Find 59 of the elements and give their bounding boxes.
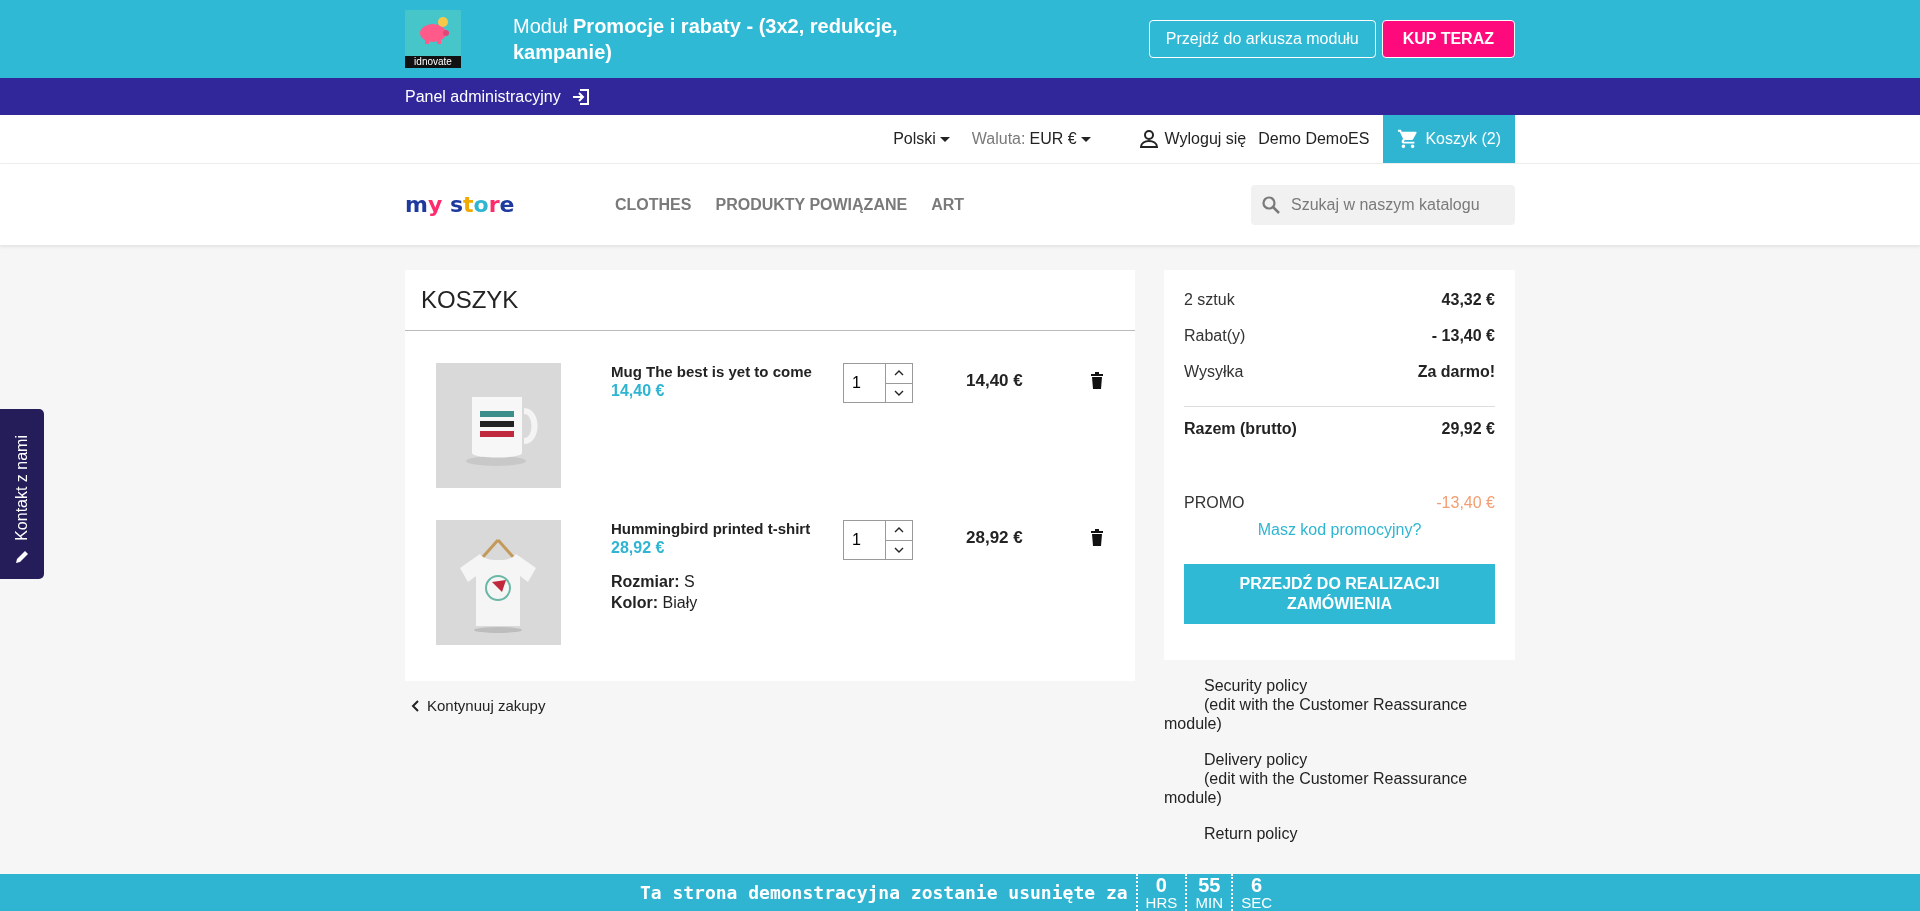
user-icon [1138, 129, 1159, 149]
summary-label: Wysyłka [1184, 362, 1244, 382]
chevron-left-icon [411, 699, 419, 712]
product-name[interactable]: Hummingbird printed t-shirt [611, 520, 841, 537]
summary-label: Rabat(y) [1184, 326, 1246, 346]
menu-item[interactable]: CLOTHES [615, 195, 692, 214]
policy-title: Delivery policy [1203, 750, 1309, 769]
unit-price: 14,40 € [611, 382, 666, 400]
line-total: 28,92 € [966, 528, 1024, 548]
trash-icon[interactable] [1090, 528, 1104, 546]
store-logo[interactable]: my store [405, 192, 615, 217]
summary-value: Za darmo! [1417, 362, 1495, 382]
promo-value: -13,40 € [1436, 493, 1495, 513]
language-dropdown[interactable]: Polski [893, 130, 950, 148]
summary-value: 43,32 € [1441, 290, 1495, 310]
pencil-icon [14, 549, 30, 565]
admin-panel-link[interactable]: Panel administracyjny [405, 87, 561, 106]
chevron-up-icon [894, 527, 904, 534]
countdown-unit: HRS [1145, 894, 1178, 911]
policy-title: Security policy [1203, 676, 1309, 695]
cart-icon [1397, 128, 1420, 150]
logout-link[interactable]: Wyloguj się [1164, 130, 1247, 148]
policy-note: (edit with the Customer Reassurance module) [1164, 695, 1469, 733]
continue-shopping-link[interactable]: Kontynuuj zakupy [411, 697, 546, 714]
login-icon [570, 86, 591, 107]
unit-price: 28,92 € [611, 539, 666, 557]
product-attribute: Kolor: Biały [611, 593, 699, 613]
countdown-unit: SEC [1241, 894, 1273, 911]
chevron-down-icon [894, 546, 904, 553]
menu-item[interactable]: ART [931, 195, 965, 214]
contact-tab[interactable]: Kontakt z nami [0, 409, 44, 579]
countdown-unit: MIN [1195, 894, 1223, 911]
countdown-value: 6 [1251, 874, 1263, 895]
product-attribute: Rozmiar: S [611, 572, 696, 592]
total-value: 29,92 € [1441, 419, 1495, 439]
currency-dropdown[interactable]: Waluta: EUR € [971, 130, 1091, 148]
countdown-value: 0 [1155, 874, 1167, 895]
cart-title: KOSZYK [405, 270, 1135, 331]
countdown-value: 55 [1198, 874, 1221, 895]
menu-item[interactable]: PRODUKTY POWIĄZANE [715, 195, 908, 214]
account-link[interactable]: Demo DemoES [1258, 130, 1370, 148]
trash-icon[interactable] [1090, 371, 1104, 389]
total-label: Razem (brutto) [1184, 419, 1297, 439]
chevron-down-icon [894, 389, 904, 396]
buy-now-button[interactable]: KUP TERAZ [1381, 20, 1515, 58]
module-title: Moduł Promocje i rabaty - (3x2, redukcje, kampanie) [513, 14, 899, 65]
countdown-message: Ta strona demonstracyjna zostanie usunięte za [639, 882, 1128, 903]
policy-title: Return policy [1203, 824, 1299, 843]
product-name[interactable]: Mug The best is yet to come [611, 363, 841, 380]
summary-value: - 13,40 € [1431, 326, 1495, 346]
quantity-field[interactable]: 1 [843, 520, 886, 560]
policy-note: (edit with the Customer Reassurance module) [1164, 769, 1469, 807]
search-field[interactable]: Szukaj w naszym katalogu [1251, 184, 1515, 225]
summary-label: 2 sztuk [1184, 290, 1235, 310]
brand-name: idnovate [405, 56, 461, 68]
chevron-up-icon [894, 370, 904, 377]
line-total: 14,40 € [966, 371, 1024, 391]
promo-label: PROMO [1184, 493, 1245, 513]
quantity-field[interactable]: 1 [843, 363, 886, 403]
